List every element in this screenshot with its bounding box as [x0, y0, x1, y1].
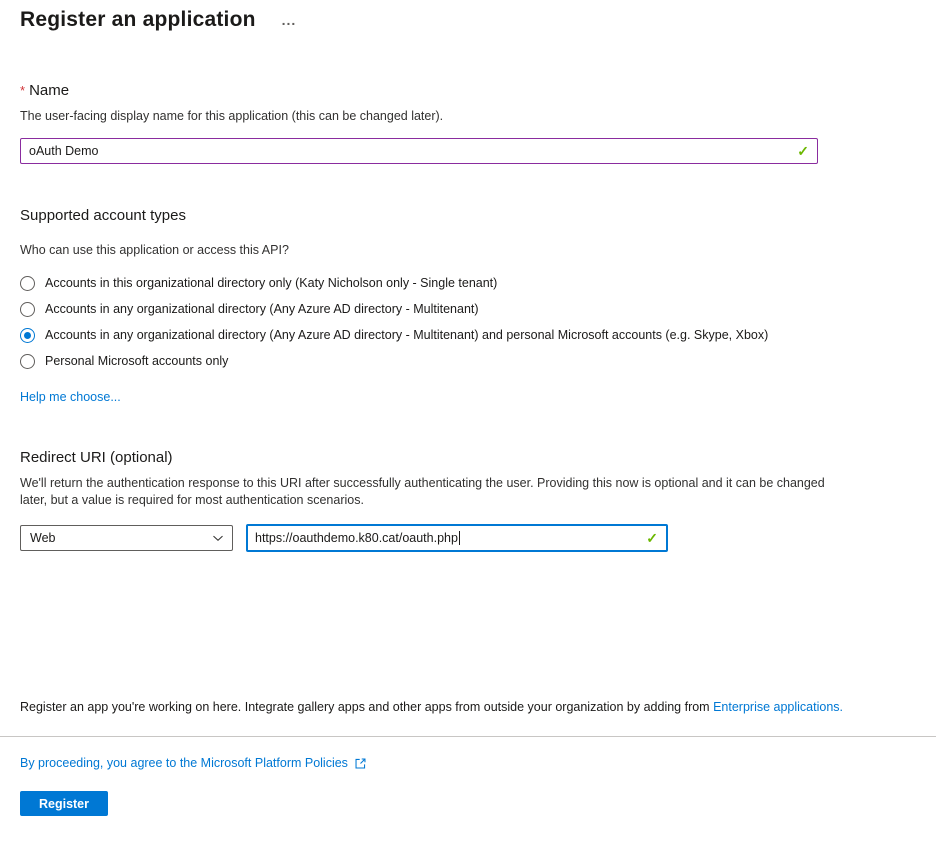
- name-label-text: Name: [29, 82, 70, 99]
- radio-icon: [20, 275, 35, 291]
- radio-multitenant[interactable]: Accounts in any organizational directory…: [20, 296, 916, 322]
- more-options-icon[interactable]: ...: [282, 12, 297, 28]
- chevron-down-icon: [212, 532, 224, 544]
- redirect-uri-input[interactable]: https://oauthdemo.k80.cat/oauth.php ✓: [246, 524, 668, 552]
- radio-selected-icon: [20, 327, 35, 343]
- required-asterisk: *: [20, 83, 26, 98]
- platform-policies-link[interactable]: By proceeding, you agree to the Microsof…: [20, 756, 348, 770]
- radio-label: Accounts in any organizational directory…: [45, 328, 769, 342]
- text-cursor: [458, 531, 460, 545]
- name-input-wrap: ✓: [20, 138, 818, 164]
- footer-divider: [0, 736, 936, 737]
- radio-icon: [20, 301, 35, 317]
- register-note: Register an app you're working on here. …: [20, 700, 916, 714]
- external-link-icon: [354, 757, 367, 770]
- radio-label: Personal Microsoft accounts only: [45, 354, 229, 368]
- redirect-uri-heading: Redirect URI (optional): [20, 449, 173, 466]
- register-button[interactable]: Register: [20, 791, 108, 816]
- radio-multitenant-personal[interactable]: Accounts in any organizational directory…: [20, 322, 916, 348]
- valid-check-icon: ✓: [646, 530, 658, 546]
- platform-select-value: Web: [30, 531, 56, 545]
- radio-label: Accounts in this organizational director…: [45, 276, 498, 290]
- account-types-heading: Supported account types: [20, 207, 186, 224]
- redirect-uri-row: Web https://oauthdemo.k80.cat/oauth.php …: [20, 524, 916, 552]
- account-types-question: Who can use this application or access t…: [20, 243, 289, 257]
- name-helper-text: The user-facing display name for this ap…: [20, 109, 444, 123]
- name-input[interactable]: [20, 138, 818, 164]
- help-me-choose-link[interactable]: Help me choose...: [20, 390, 121, 404]
- page-header: Register an application ...: [20, 8, 916, 32]
- register-note-text: Register an app you're working on here. …: [20, 700, 714, 714]
- radio-label: Accounts in any organizational directory…: [45, 302, 479, 316]
- radio-single-tenant[interactable]: Accounts in this organizational director…: [20, 270, 916, 296]
- name-label: * Name: [20, 82, 916, 99]
- page-title: Register an application: [20, 8, 256, 31]
- enterprise-applications-link[interactable]: Enterprise applications.: [713, 700, 843, 714]
- policy-row: By proceeding, you agree to the Microsof…: [20, 756, 916, 770]
- platform-select[interactable]: Web: [20, 525, 233, 551]
- radio-icon: [20, 353, 35, 369]
- radio-personal-only[interactable]: Personal Microsoft accounts only: [20, 348, 916, 374]
- register-application-page: Register an application ... * Name The us…: [0, 8, 936, 816]
- redirect-uri-value: https://oauthdemo.k80.cat/oauth.php: [255, 531, 458, 545]
- account-types-radio-group: Accounts in this organizational director…: [20, 270, 916, 374]
- redirect-uri-helper-text: We'll return the authentication response…: [20, 476, 825, 507]
